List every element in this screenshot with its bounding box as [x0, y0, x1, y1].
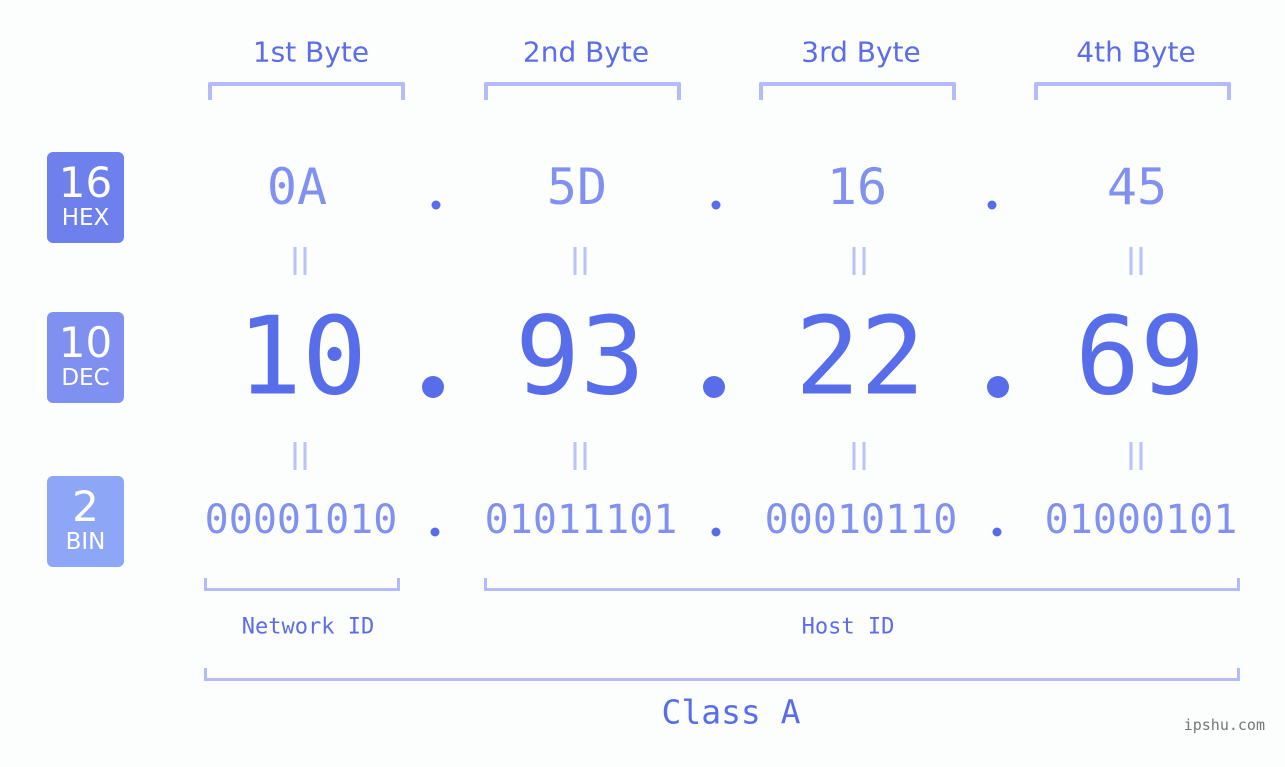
byte-header-3: 3rd Byte: [801, 35, 921, 69]
byte-bracket-3: [759, 82, 956, 100]
bin-badge-label: BIN: [65, 529, 106, 555]
bin-badge: 2 BIN: [47, 476, 124, 567]
hex-octet-3: 16: [826, 158, 888, 216]
equals-icon: [852, 247, 866, 275]
bin-octet-3: 00010110: [764, 497, 958, 543]
hex-badge-number: 16: [58, 158, 113, 207]
hex-badge: 16 HEX: [47, 152, 124, 243]
byte-header-1: 1st Byte: [252, 35, 370, 69]
dec-octet-4: 69: [1074, 294, 1206, 420]
byte-bracket-4: [1034, 82, 1231, 100]
equals-icon: [293, 247, 307, 275]
equals-icon: [573, 442, 587, 470]
hex-octet-4: 45: [1106, 158, 1168, 216]
bin-octet-2: 01011101: [484, 497, 678, 543]
class-label: Class A: [661, 692, 801, 732]
bin-octet-4: 01000101: [1044, 497, 1238, 543]
hex-octet-2: 5D: [546, 158, 608, 216]
hex-separator-dot-3: [987, 200, 997, 210]
bin-octet-1: 00001010: [204, 497, 398, 543]
host-id-label: Host ID: [801, 614, 895, 640]
equals-icon: [852, 442, 866, 470]
byte-header-4: 4th Byte: [1076, 35, 1196, 69]
class-bracket: [204, 668, 1240, 681]
bin-badge-number: 2: [72, 482, 99, 531]
dec-badge-number: 10: [58, 318, 113, 367]
bin-separator-dot-3: [992, 527, 1002, 537]
hex-badge-label: HEX: [61, 205, 110, 231]
equals-icon: [293, 442, 307, 470]
host-id-bracket: [484, 578, 1240, 591]
dec-octet-1: 10: [236, 294, 368, 420]
dec-badge-label: DEC: [61, 365, 110, 391]
hex-separator-dot-2: [711, 200, 721, 210]
equals-icon: [573, 247, 587, 275]
byte-bracket-2: [484, 82, 681, 100]
dec-separator-dot-2: [703, 376, 725, 398]
dec-separator-dot-1: [422, 376, 444, 398]
hex-octet-1: 0A: [266, 158, 328, 216]
dec-octet-2: 93: [514, 294, 646, 420]
hex-separator-dot-1: [431, 200, 441, 210]
dec-separator-dot-3: [987, 376, 1009, 398]
bin-separator-dot-2: [711, 527, 721, 537]
network-id-bracket: [204, 578, 400, 591]
byte-bracket-1: [208, 82, 405, 100]
bin-separator-dot-1: [430, 527, 440, 537]
network-id-label: Network ID: [241, 614, 375, 640]
equals-icon: [1129, 247, 1143, 275]
dec-octet-3: 22: [794, 294, 926, 420]
watermark: ipshu.com: [1183, 716, 1265, 734]
byte-header-2: 2nd Byte: [522, 35, 650, 69]
dec-badge: 10 DEC: [47, 312, 124, 403]
equals-icon: [1129, 442, 1143, 470]
